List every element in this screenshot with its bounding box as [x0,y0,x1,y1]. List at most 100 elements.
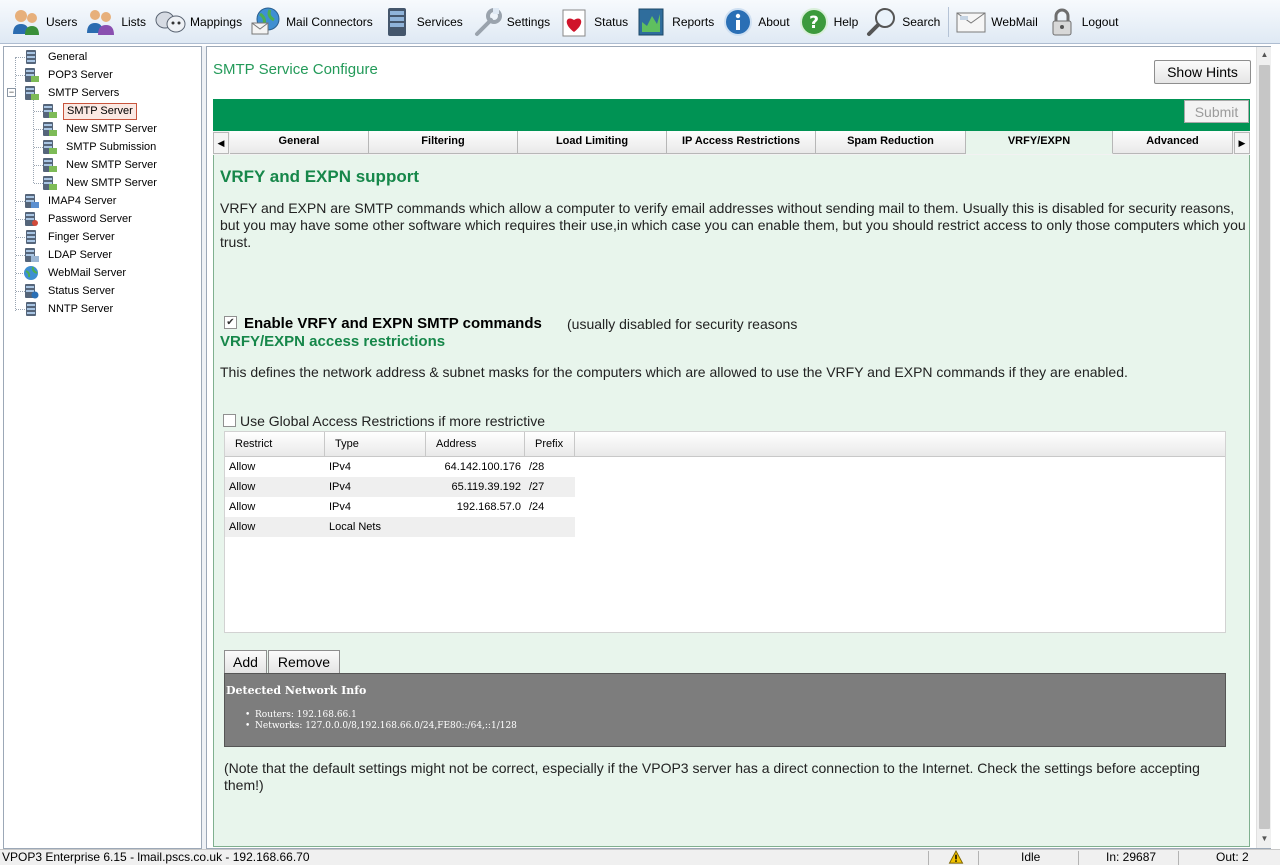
tree-item-finger-server[interactable]: Finger Server [23,228,118,246]
toolbar-search-button[interactable]: Search [866,2,940,42]
tree-item-label: NNTP Server [48,302,114,315]
server-icon [43,176,57,190]
toolbar-help-label: Help [833,14,859,29]
column-header-restrict[interactable]: Restrict [225,432,325,457]
about-icon [724,7,753,36]
add-button[interactable]: Add [224,650,267,674]
server-icon [25,194,39,208]
logout-icon [1052,8,1072,35]
cell-restrict: Allow [229,461,256,473]
scrollbar-thumb[interactable] [1259,65,1270,829]
table-row[interactable]: Allow IPv4 192.168.57.0 /24 [225,497,575,517]
access-list-table: Restrict Type Address Prefix Allow IPv4 … [224,431,1226,633]
toolbar-webmail-button[interactable]: WebMail [955,2,1038,42]
status-divider [1178,851,1179,865]
use-global-restrictions-checkbox[interactable] [223,414,236,427]
toolbar-about-label: About [758,14,790,29]
tree-item-new-smtp-server[interactable]: New SMTP Server [41,156,160,174]
globe-icon [24,266,38,280]
server-icon [25,284,39,299]
cell-restrict: Allow [229,501,256,513]
toolbar-status-button[interactable]: Status [558,2,628,42]
header-bar [213,99,1250,131]
toolbar-users-button[interactable]: Users [10,2,77,42]
toolbar-lists-button[interactable]: Lists [85,2,146,42]
toolbar-services-label: Services [416,14,463,29]
service-tree: − General POP3 Server SMTP Servers SMTP … [3,46,202,849]
tree-item-label: Password Server [48,212,132,225]
tree-item-imap4-server[interactable]: IMAP4 Server [23,192,119,210]
toolbar-mail-connectors-button[interactable]: Mail Connectors [250,2,373,42]
tab-scroll-left-button[interactable]: ◀ [213,132,229,154]
status-divider [1078,851,1079,865]
tab-spam-reduction[interactable]: Spam Reduction [816,131,966,154]
tab-ip-access-restrictions[interactable]: IP Access Restrictions [667,131,816,154]
table-row[interactable]: Allow IPv4 65.119.39.192 /27 [225,477,575,497]
column-header-type[interactable]: Type [325,432,426,457]
network-info-routers: Routers: 192.168.66.1 [245,710,357,720]
column-header-prefix[interactable]: Prefix [525,432,575,457]
tree-item-nntp-server[interactable]: NNTP Server [23,300,116,318]
search-icon [867,7,896,36]
table-row[interactable]: Allow IPv4 64.142.100.176 /28 [225,457,575,477]
toolbar-lists-label: Lists [121,14,147,29]
tree-item-pop3-server[interactable]: POP3 Server [23,66,116,84]
tab-scroll-right-button[interactable]: ▶ [1234,132,1250,154]
tab-vrfy-expn[interactable]: VRFY/EXPN [966,131,1113,154]
tree-item-smtp-submission[interactable]: SMTP Submission [41,138,159,156]
tree-item-password-server[interactable]: Password Server [23,210,135,228]
tree-item-label: SMTP Server [63,102,137,120]
tree-item-label: POP3 Server [48,68,113,81]
toolbar-about-button[interactable]: About [722,2,790,42]
tab-general[interactable]: General [230,131,369,154]
server-icon [26,50,36,64]
scroll-down-arrow-icon[interactable]: ▼ [1257,831,1272,847]
tree-item-ldap-server[interactable]: LDAP Server [23,246,115,264]
column-header-address[interactable]: Address [426,432,525,457]
tree-item-label: Finger Server [48,230,115,243]
tree-item-smtp-server[interactable]: SMTP Server [41,102,137,120]
enable-vrfy-label[interactable]: Enable VRFY and EXPN SMTP commands [244,315,542,332]
tree-item-new-smtp-server[interactable]: New SMTP Server [41,174,160,192]
table-row[interactable]: Allow Local Nets [225,517,575,537]
server-icon [43,104,57,118]
toolbar-mappings-label: Mappings [190,14,243,29]
tab-advanced[interactable]: Advanced [1113,131,1233,154]
remove-button[interactable]: Remove [268,650,340,674]
access-restrictions-description: This defines the network address & subne… [220,364,1128,380]
warning-icon[interactable] [948,850,964,865]
tree-item-label: New SMTP Server [66,158,157,171]
enable-vrfy-checkbox[interactable]: ✔ [224,316,237,329]
collapse-toggle-smtp-servers[interactable]: − [7,88,16,97]
toolbar-settings-button[interactable]: Settings [471,2,550,42]
show-hints-button[interactable]: Show Hints [1154,60,1251,84]
status-out-count: Out: 2 [1216,850,1249,864]
status-bar: VPOP3 Enterprise 6.15 - lmail.pscs.co.uk… [0,849,1280,865]
toolbar-reports-label: Reports [672,14,715,29]
use-global-restrictions-label[interactable]: Use Global Access Restrictions if more r… [240,413,545,429]
toolbar-webmail-label: WebMail [991,14,1038,29]
toolbar-separator [948,6,950,37]
default-settings-note: (Note that the default settings might no… [224,760,1200,793]
network-info-title: Detected Network Info [226,684,367,697]
vertical-scrollbar[interactable]: ▲ ▼ [1256,47,1271,848]
tree-item-label: Status Server [48,284,115,297]
toolbar-services-button[interactable]: Services [381,2,463,42]
submit-button[interactable]: Submit [1184,100,1249,123]
tree-item-new-smtp-server[interactable]: New SMTP Server [41,120,160,138]
tree-item-general[interactable]: General [23,48,90,66]
tree-item-status-server[interactable]: Status Server [23,282,118,300]
scroll-up-arrow-icon[interactable]: ▲ [1257,47,1272,63]
tree-item-smtp-servers[interactable]: SMTP Servers [23,84,122,102]
toolbar-help-button[interactable]: ? Help [798,2,859,42]
tab-strip: ◀ General Filtering Load Limiting IP Acc… [213,131,1250,155]
toolbar-reports-button[interactable]: Reports [636,2,714,42]
toolbar-mappings-button[interactable]: Mappings [154,2,242,42]
tree-item-webmail-server[interactable]: WebMail Server [23,264,129,282]
column-header-filler [575,432,1225,457]
toolbar-logout-button[interactable]: Logout [1046,2,1118,42]
tab-filtering[interactable]: Filtering [369,131,518,154]
tab-load-limiting[interactable]: Load Limiting [518,131,667,154]
server-icon [26,230,36,244]
status-state: Idle [1021,850,1041,864]
